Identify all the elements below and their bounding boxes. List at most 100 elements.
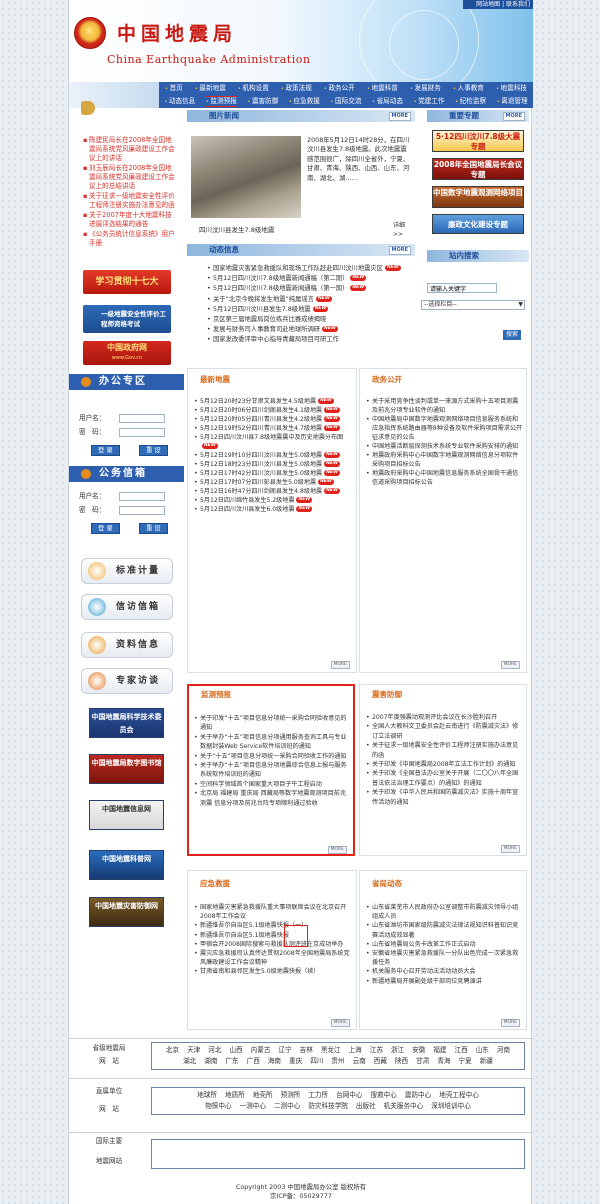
site-link[interactable]: 福建 xyxy=(433,1046,446,1054)
site-link[interactable]: 工力所 xyxy=(308,1091,328,1099)
nav-item-finance[interactable]: 发展财务 xyxy=(410,84,441,94)
site-link[interactable]: 陕西 xyxy=(395,1057,408,1065)
list-item[interactable]: 甘肃省南和县邻区发生5.0级地震快报（续） xyxy=(194,967,354,976)
site-link[interactable]: 湖北 xyxy=(183,1057,196,1065)
gov-site-banner[interactable]: 中国政府网 www.Gov.cn xyxy=(83,341,171,365)
office-reset-button[interactable]: 重 设 xyxy=(139,445,168,456)
nav-item-province[interactable]: 省局动态 xyxy=(372,97,403,107)
site-link[interactable]: 云南 xyxy=(353,1057,366,1065)
earthquake-photo[interactable] xyxy=(191,136,301,218)
integrity-culture-banner[interactable]: 廉政文化建设专题 xyxy=(432,214,524,234)
list-item[interactable]: 地震政府采购中心中国地震信息服务系统全国骨干通信信道采购项目招标公告 xyxy=(366,469,524,487)
list-item[interactable]: 国家地震灾害紧急救援队重大事项联席会议在北京召开2008年工作会议 xyxy=(194,903,354,921)
list-item[interactable]: 5月12日19时10分四川汶川县发生5.0级地震NEW xyxy=(194,451,354,460)
site-link[interactable]: 安徽 xyxy=(412,1046,425,1054)
site-link[interactable]: 四川 xyxy=(310,1057,323,1065)
site-link[interactable]: 黑龙江 xyxy=(321,1046,341,1054)
site-link[interactable]: 青海 xyxy=(437,1057,450,1065)
list-item[interactable]: 国家发改委评审中心指导青藏局项目可研工作 xyxy=(207,335,415,345)
site-link[interactable]: 重庆 xyxy=(289,1057,302,1065)
list-item[interactable]: 关于举办“十五”项目信息分项通用服务查询工具与专业数据封装Web Service… xyxy=(194,733,352,752)
list-item[interactable]: 5月12日四川汶川7.8级地震新闻通稿（第二期）NEW xyxy=(207,274,415,285)
nav-item-defense[interactable]: 震害防御 xyxy=(247,97,278,107)
site-link[interactable]: 贵州 xyxy=(331,1057,344,1065)
site-link[interactable]: 广西 xyxy=(247,1057,260,1065)
site-link[interactable]: 预测所 xyxy=(281,1091,301,1099)
list-item[interactable]: 关于2007年度十大地震科技进展评选结果的通告 xyxy=(83,211,175,229)
site-link[interactable]: 地球所 xyxy=(197,1091,217,1099)
site-link[interactable]: 江西 xyxy=(455,1046,468,1054)
defense-more-button[interactable]: MORE xyxy=(500,845,520,853)
site-link[interactable]: 湖南 xyxy=(204,1057,217,1065)
office-password-input[interactable] xyxy=(119,428,165,437)
site-link[interactable]: 上海 xyxy=(349,1046,362,1054)
site-link[interactable]: 河北 xyxy=(208,1046,221,1054)
nav-item-discipline[interactable]: 纪检监察 xyxy=(455,97,486,107)
site-link[interactable]: 防灾科技学院 xyxy=(308,1102,348,1110)
list-item[interactable]: 山东省潍坊市国家级防震减灾法律法规知识科普知识竞赛活动成效显著 xyxy=(366,921,524,939)
nav-item-tech[interactable]: 地震科技 xyxy=(496,84,527,94)
list-item[interactable]: 5月12日17时07分四川彭县发生5.0级地震NEW xyxy=(194,478,354,487)
nav-item-dynamic[interactable]: 动态信息 xyxy=(164,97,195,107)
site-link[interactable]: 新疆 xyxy=(480,1057,493,1065)
petition-mailbox-button[interactable]: 信访信箱 xyxy=(81,594,173,620)
digital-network-banner[interactable]: 中国数字地震观测网络项目 xyxy=(432,186,524,208)
site-link[interactable]: 天津 xyxy=(187,1046,200,1054)
site-link[interactable]: 山西 xyxy=(229,1046,242,1054)
site-link[interactable]: 海南 xyxy=(268,1057,281,1065)
photo-caption[interactable]: 四川汶川县发生7.8级地震 xyxy=(199,226,274,235)
nav-item-science[interactable]: 地震科普 xyxy=(367,84,397,94)
column-select[interactable]: --选择栏目-- ▼ xyxy=(421,300,525,310)
site-link[interactable]: 内蒙古 xyxy=(251,1046,271,1054)
list-item[interactable]: 京区第三届地震局岗位练兵比赛成绩揭晓 xyxy=(207,315,415,325)
site-link[interactable]: 搜救中心 xyxy=(370,1091,396,1099)
list-item[interactable]: 关于“十五”项目信息分项统一采购合同验收工作的通知 xyxy=(194,752,352,762)
digital-library-banner[interactable]: 中国地震局数字图书馆 xyxy=(89,754,164,784)
tech-committee-banner[interactable]: 中国地震局科学技术委员会 xyxy=(89,708,164,738)
mail-username-input[interactable] xyxy=(119,492,165,501)
nav-item-organization[interactable]: 机构设置 xyxy=(238,84,268,94)
site-link[interactable]: 西藏 xyxy=(374,1057,387,1065)
list-item[interactable]: 关于印发《中国地震局2008年立法工作计划》的通知 xyxy=(366,760,524,770)
nav-item-party[interactable]: 党建工作 xyxy=(414,97,444,107)
list-item[interactable]: 中国地震局中国数字地震观测网络项目信息服务系统和应急指挥系统路由器等8种设备及软… xyxy=(366,415,524,442)
site-link[interactable]: 物探中心 xyxy=(205,1102,231,1110)
latest-quake-more-button[interactable]: MORE xyxy=(330,661,350,669)
important-more-button[interactable]: MORE xyxy=(502,112,525,121)
site-link[interactable]: 浙江 xyxy=(391,1046,404,1054)
mail-login-button[interactable]: 登 录 xyxy=(91,523,120,534)
office-login-button[interactable]: 登 录 xyxy=(91,445,120,456)
standard-measure-button[interactable]: 标准计量 xyxy=(81,558,173,584)
site-link[interactable]: 地壳所 xyxy=(253,1091,273,1099)
office-username-input[interactable] xyxy=(119,414,165,423)
nav-item-rescue[interactable]: 应急救援 xyxy=(289,97,320,107)
list-item[interactable]: 新疆维吾尔自治区5.1级地震快报 xyxy=(194,931,354,940)
list-item[interactable]: 5月12日18时23分四川汶川县发生5.0级地震NEW xyxy=(194,460,354,469)
list-item[interactable]: 机关服务中心召开劳动法活动动员大会 xyxy=(366,967,524,976)
list-item[interactable]: 关于印发“十五”项目信息分项统一采购合同验收意见的通知 xyxy=(194,714,352,733)
list-item[interactable]: 山东省地震局公务卡改革工作正式启动 xyxy=(366,940,524,949)
list-item[interactable]: 地震政府采购中心中国数字地震观测网络信息分项软件采购项目招标公告 xyxy=(366,451,524,469)
list-item[interactable]: 5月12日17时42分四川汶川县发生5.0级地震NEW xyxy=(194,469,354,478)
site-link[interactable]: 出版社 xyxy=(356,1102,376,1110)
list-item[interactable]: 陈建民局长在2008年全国地震局系统党风廉政建设工作会议上的讲话 xyxy=(83,136,175,163)
monitor-more-button[interactable]: MORE xyxy=(327,846,347,854)
site-link[interactable]: 二测中心 xyxy=(274,1102,300,1110)
list-item[interactable]: 5月12日16时47分四川剑阁县发生4.8级地震NEW xyxy=(194,487,354,496)
list-item[interactable]: 5月12日四川汶川县7.8级地震震中及历史地震分布图 NEW xyxy=(194,433,354,451)
study-banner[interactable]: 学习贯彻十七大 xyxy=(83,270,171,294)
site-link[interactable]: 地壳工程中心 xyxy=(439,1091,479,1099)
site-link[interactable]: 广东 xyxy=(225,1057,238,1065)
list-item[interactable]: 国家地震灾害紧急救援队和现场工作队赶赴四川汶川地震灾区NEW xyxy=(207,264,415,274)
list-item[interactable]: 5月12日20时23分甘肃文县发生4.5级地震NEW xyxy=(194,397,354,406)
list-item[interactable]: 中国地震活断层探测技术系统专业软件采购安排的通知 xyxy=(366,442,524,451)
province-more-button[interactable]: MORE xyxy=(500,1019,520,1027)
site-link[interactable]: 台网中心 xyxy=(336,1091,362,1099)
site-link[interactable]: 江苏 xyxy=(370,1046,383,1054)
nav-item-policy[interactable]: 政策法规 xyxy=(281,84,311,94)
list-item[interactable]: 关于征求一级地震安全性评价工程师注册实施办法意见的函 xyxy=(83,192,175,210)
list-item[interactable]: 新疆地震局开展副处级干部岗位竞聘演讲 xyxy=(366,977,524,986)
site-link[interactable]: 深圳培训中心 xyxy=(431,1102,471,1110)
site-link[interactable]: 宁夏 xyxy=(459,1057,472,1065)
nav-item-hr[interactable]: 人事教育 xyxy=(453,84,484,94)
